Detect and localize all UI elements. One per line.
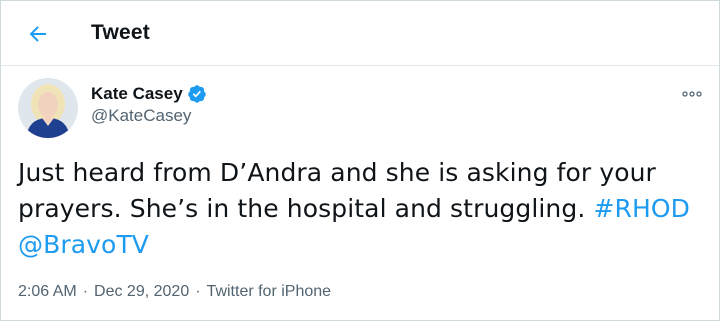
header-bar: Tweet bbox=[1, 1, 719, 66]
back-button[interactable] bbox=[22, 18, 54, 50]
tweet-window: Tweet Kate Casey @KateCasey Just heard f… bbox=[0, 0, 720, 321]
tweet-text: Just heard from D’Andra and she is askin… bbox=[18, 158, 656, 223]
more-options-button[interactable] bbox=[681, 87, 703, 101]
meta-separator: · bbox=[195, 283, 201, 300]
page-title: Tweet bbox=[91, 21, 150, 44]
author-display-name: Kate Casey bbox=[91, 84, 183, 103]
tweet-meta: 2:06 AM · Dec 29, 2020 · Twitter for iPh… bbox=[18, 283, 331, 301]
meta-separator: · bbox=[82, 283, 89, 300]
author-block: Kate Casey @KateCasey bbox=[91, 84, 207, 126]
tweet-body: Just heard from D’Andra and she is askin… bbox=[18, 155, 708, 263]
tweet-source[interactable]: Twitter for iPhone bbox=[207, 283, 332, 301]
mention-link[interactable]: @BravoTV bbox=[18, 230, 149, 259]
author-name[interactable]: Kate Casey bbox=[91, 84, 207, 104]
avatar[interactable] bbox=[18, 78, 78, 138]
verified-badge-icon bbox=[187, 85, 206, 103]
more-dots-icon bbox=[682, 91, 702, 97]
arrow-left-icon bbox=[29, 26, 46, 42]
tweet-time[interactable]: 2:06 AM bbox=[18, 283, 77, 301]
avatar-image bbox=[18, 78, 78, 138]
author-handle[interactable]: @KateCasey bbox=[91, 106, 207, 126]
hashtag-link[interactable]: #RHOD bbox=[593, 194, 690, 223]
tweet-date[interactable]: Dec 29, 2020 bbox=[94, 283, 189, 301]
